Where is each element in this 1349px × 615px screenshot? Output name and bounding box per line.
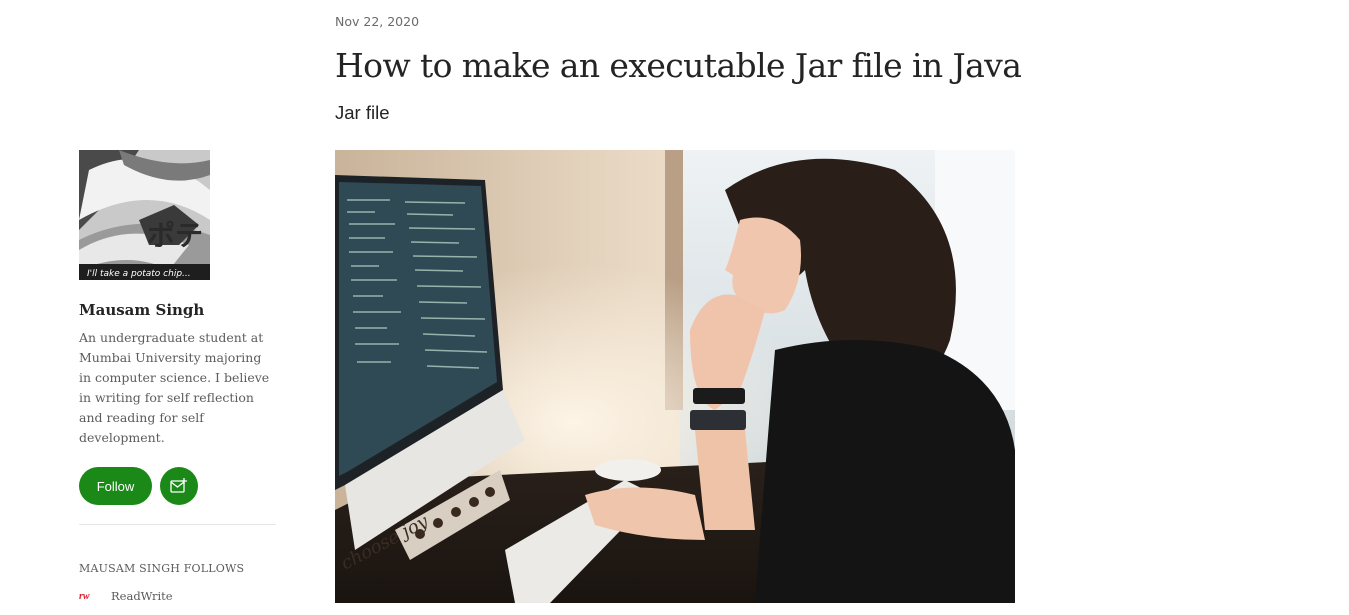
avatar-caption: I'll take a potato chip... (87, 269, 191, 279)
author-sidebar: ポテ I'll take a potato chip... Mausam Sin… (79, 150, 276, 603)
author-actions: Follow (79, 467, 276, 505)
author-bio: An undergraduate student at Mumbai Unive… (79, 330, 270, 445)
follow-button[interactable]: Follow (79, 467, 152, 505)
hero-photo: choose joy (335, 150, 1015, 603)
follows-item-label: ReadWrite (111, 589, 173, 603)
article-title: How to make an executable Jar file in Ja… (335, 46, 1022, 85)
svg-text:ポテ: ポテ (147, 219, 203, 252)
hero-image: choose joy (335, 150, 1015, 603)
author-avatar[interactable]: ポテ I'll take a potato chip... (79, 150, 210, 280)
article-page: ポテ I'll take a potato chip... Mausam Sin… (0, 0, 1349, 615)
article-subtitle: Jar file (335, 102, 390, 123)
avatar-image: ポテ I'll take a potato chip... (79, 150, 210, 280)
article-date: Nov 22, 2020 (335, 14, 420, 29)
author-name[interactable]: Mausam Singh (79, 300, 276, 320)
mail-plus-icon (170, 478, 187, 493)
sidebar-divider (79, 524, 276, 525)
follows-item-readwrite[interactable]: rw ReadWrite (79, 589, 276, 603)
subscribe-button[interactable] (160, 467, 198, 505)
readwrite-logo-icon: rw (79, 590, 90, 602)
follows-heading: MAUSAM SINGH FOLLOWS (79, 562, 245, 575)
